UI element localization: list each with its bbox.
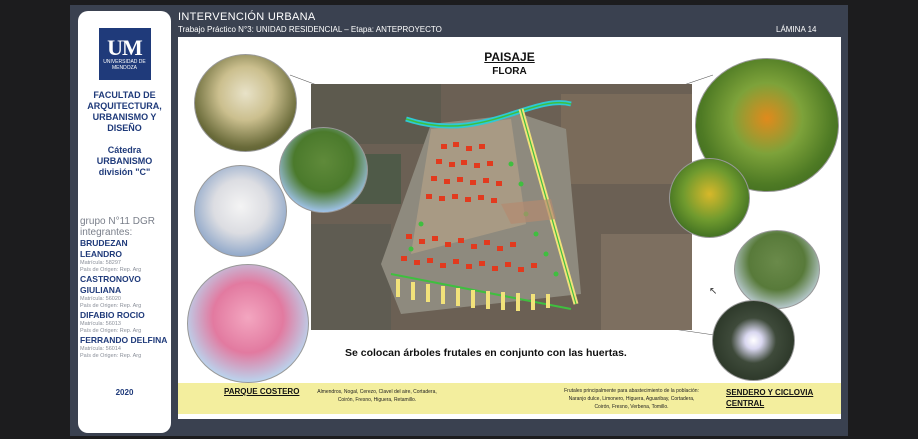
- faculty-line: URBANISMO Y: [92, 112, 157, 122]
- pampas-grass-photo: [194, 54, 297, 152]
- faculty-line: DISEÑO: [107, 123, 142, 133]
- member-item: BRUDEZAN LEANDRO Matrícula: 58297 País d…: [80, 238, 171, 274]
- park-label: PARQUE COSTERO: [224, 387, 300, 396]
- member-origin: País de Origen: Rep. Arg: [80, 353, 142, 359]
- aguaribay-tree-photo: [734, 230, 820, 309]
- fruit-species-line: Coirón, Fresno, Verbena, Tomillo.: [594, 404, 669, 410]
- header-subtitle: Trabajo Práctico N°3: UNIDAD RESIDENCIAL…: [178, 25, 442, 34]
- member-item: FERRANDO DELFINA Matrícula: 56014 País d…: [80, 335, 171, 360]
- park-species-line: Almendros, Nogal, Cerezo, Clavel del air…: [317, 389, 437, 395]
- member-origin: País de Origen: Rep. Arg: [80, 328, 142, 334]
- catedra-line: división "C": [98, 167, 151, 177]
- member-origin: País de Origen: Rep. Arg: [80, 303, 142, 309]
- faculty-line: FACULTAD DE: [93, 90, 156, 100]
- catedra-info: Cátedra URBANISMO división "C": [78, 145, 171, 178]
- header-title: INTERVENCIÓN URBANA: [178, 11, 316, 23]
- sendero-label: SENDERO Y CICLOVIA CENTRAL: [726, 387, 813, 409]
- sheet-number: LÁMINA 14: [776, 25, 817, 34]
- lemon-tree-photo: [669, 158, 750, 238]
- member-name: FERRANDO DELFINA: [80, 335, 168, 345]
- fruit-species-line: Frutales principalmente para abastecimie…: [564, 388, 699, 394]
- group-info: grupo N°11 DGR integrantes: BRUDEZAN LEA…: [80, 216, 171, 360]
- verbena-flower-photo: [712, 300, 795, 381]
- fruit-species-line: Naranjo dulce, Limonero, Higuera, Aguari…: [568, 396, 695, 402]
- member-item: CASTRONOVO GIULIANA Matrícula: 56020 Paí…: [80, 274, 171, 310]
- aerial-site-plan: [311, 84, 692, 330]
- sendero-line: CENTRAL: [726, 399, 765, 408]
- catedra-line: Cátedra: [107, 145, 142, 155]
- park-species-list: Almendros, Nogal, Cerezo, Clavel del air…: [297, 388, 457, 404]
- member-origin: País de Origen: Rep. Arg: [80, 267, 142, 273]
- member-matricula: Matrícula: 56014: [80, 346, 121, 352]
- logo-text: UM: [107, 35, 143, 60]
- university-logo: UM UNIVERSIDAD DE MENDOZA: [98, 28, 151, 80]
- slide-caption: Se colocan árboles frutales en conjunto …: [345, 347, 627, 359]
- fresno-tree-photo: [279, 127, 368, 213]
- faculty-name: FACULTAD DE ARQUITECTURA, URBANISMO Y DI…: [78, 90, 171, 134]
- member-matricula: Matrícula: 56013: [80, 321, 121, 327]
- member-name: DIFABIO ROCIO: [80, 310, 145, 320]
- member-name: CASTRONOVO GIULIANA: [80, 274, 141, 295]
- fruit-species-list: Frutales principalmente para abastecimie…: [539, 387, 724, 411]
- cherry-tree-photo: [187, 264, 309, 383]
- slide-canvas: PAISAJE FLORA Se colocan árboles frutale…: [178, 37, 841, 419]
- site-plan-drawing: [311, 84, 692, 330]
- member-item: DIFABIO ROCIO Matrícula: 56013 País de O…: [80, 310, 171, 335]
- member-matricula: Matrícula: 56020: [80, 296, 121, 302]
- footer-legend: PARQUE COSTERO Almendros, Nogal, Cerezo,…: [178, 383, 841, 414]
- sendero-line: SENDERO Y CICLOVIA: [726, 388, 814, 397]
- sidebar-panel: UM UNIVERSIDAD DE MENDOZA FACULTAD DE AR…: [78, 11, 171, 433]
- catedra-line: URBANISMO: [96, 156, 153, 166]
- faculty-line: ARQUITECTURA,: [87, 101, 162, 111]
- group-line: integrantes:: [80, 227, 133, 238]
- mouse-cursor-icon: ↖: [709, 286, 718, 297]
- year-label: 2020: [115, 388, 134, 397]
- member-matricula: Matrícula: 58297: [80, 260, 121, 266]
- group-line: grupo N°11 DGR: [80, 216, 155, 227]
- logo-subtext: UNIVERSIDAD DE MENDOZA: [103, 59, 146, 71]
- park-species-line: Coirón, Fresno, Higuera, Retamillo.: [337, 397, 417, 403]
- almond-tree-photo: [194, 165, 287, 257]
- member-name: BRUDEZAN LEANDRO: [80, 238, 128, 259]
